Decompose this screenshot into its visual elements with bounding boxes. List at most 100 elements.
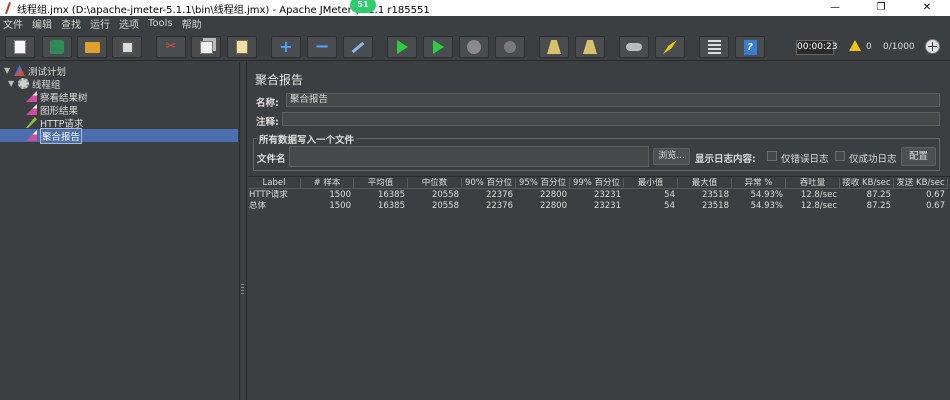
tree-node-aggregate-report[interactable]: 聚合报告 xyxy=(26,127,83,144)
column-header[interactable]: 发送 KB/sec xyxy=(894,178,948,189)
title-bar: 线程组.jmx (D:\apache-jmeter-5.1.1\bin\线程组.… xyxy=(0,0,950,16)
cut-button[interactable]: ✂ xyxy=(156,36,186,58)
configure-button[interactable]: 配置 xyxy=(901,147,936,166)
table-cell: 54.93% xyxy=(750,201,783,211)
clear-all-button[interactable] xyxy=(575,36,605,58)
split-pane-divider[interactable] xyxy=(239,62,247,400)
menu-file[interactable]: 文件 xyxy=(3,16,23,31)
open-icon xyxy=(84,41,100,53)
table-cell: 54 xyxy=(664,190,675,200)
success-only-label: 仅成功日志 xyxy=(849,154,897,165)
close-button[interactable]: ✕ xyxy=(904,0,950,16)
clear-icon xyxy=(547,40,561,54)
expand-all-button[interactable]: + xyxy=(271,36,301,58)
help-icon: ? xyxy=(743,39,757,55)
table-cell: 23518 xyxy=(701,201,729,211)
start-no-pauses-button[interactable] xyxy=(423,36,453,58)
table-cell: 22376 xyxy=(485,190,513,200)
help-button[interactable]: ? xyxy=(735,36,765,58)
menu-options[interactable]: 选项 xyxy=(119,16,139,31)
open-button[interactable] xyxy=(77,36,107,58)
expand-arrow-icon[interactable]: ▼ xyxy=(4,66,12,75)
start-icon xyxy=(396,40,408,54)
page-title: 聚合报告 xyxy=(255,73,304,87)
function-helper-button[interactable] xyxy=(699,36,729,58)
sampler-icon xyxy=(26,117,37,128)
column-header[interactable]: 接收 KB/sec xyxy=(840,178,894,189)
column-header[interactable]: 95% 百分位 xyxy=(516,178,570,189)
filename-input[interactable] xyxy=(289,146,649,167)
warning-icon[interactable] xyxy=(849,40,861,51)
errors-only-label: 仅错误日志 xyxy=(781,154,829,165)
column-header[interactable]: 异常 % xyxy=(732,178,786,189)
name-input[interactable]: 聚合报告 xyxy=(286,93,940,107)
menu-help[interactable]: 帮助 xyxy=(182,16,202,31)
start-no-pause-icon xyxy=(432,40,444,54)
minimize-button[interactable]: — xyxy=(812,0,858,16)
menu-edit[interactable]: 编辑 xyxy=(32,16,52,31)
column-header[interactable]: 90% 百分位 xyxy=(462,178,516,189)
fieldset-legend: 所有数据写入一个文件 xyxy=(257,132,357,146)
column-header[interactable]: 中位数 xyxy=(408,178,462,189)
menu-bar: 文件 编辑 查找 运行 选项 Tools 帮助 xyxy=(0,16,950,31)
column-header[interactable]: 平均值 xyxy=(354,178,408,189)
templates-icon xyxy=(50,40,64,54)
clear-button[interactable] xyxy=(539,36,569,58)
table-cell: 87.25 xyxy=(866,201,891,211)
stop-icon xyxy=(467,40,481,54)
tree-node-label: 测试计划 xyxy=(28,66,67,78)
errors-only-checkbox[interactable] xyxy=(767,151,777,161)
table-cell: 22800 xyxy=(539,190,567,200)
tree-node-label: 线程组 xyxy=(32,79,61,91)
templates-button[interactable] xyxy=(42,36,72,58)
column-header[interactable]: 99% 百分位 xyxy=(570,178,624,189)
table-header: Label # 样本 平均值 中位数 90% 百分位 95% 百分位 99% 百… xyxy=(248,178,948,189)
save-icon xyxy=(120,40,134,54)
search-button[interactable] xyxy=(619,36,649,58)
tree-node-test-plan[interactable]: ▼ 测试计划 xyxy=(4,64,67,78)
table-cell: 23231 xyxy=(593,201,621,211)
comment-input[interactable] xyxy=(282,112,940,126)
column-header[interactable]: 最大值 xyxy=(678,178,732,189)
paste-button[interactable] xyxy=(227,36,257,58)
collapse-all-button[interactable]: − xyxy=(307,36,337,58)
expand-arrow-icon[interactable]: ▼ xyxy=(8,79,16,88)
column-header[interactable]: 最小值 xyxy=(624,178,678,189)
reset-search-button[interactable] xyxy=(655,36,685,58)
new-button[interactable] xyxy=(5,36,35,58)
reset-search-icon xyxy=(663,40,677,54)
table-cell: 20558 xyxy=(431,201,459,211)
copy-button[interactable] xyxy=(191,36,221,58)
table-cell: HTTP请求 xyxy=(249,190,288,200)
browse-button[interactable]: 浏览... xyxy=(653,148,690,165)
collapse-icon: − xyxy=(314,36,330,57)
toggle-button[interactable] xyxy=(343,36,373,58)
stop-button[interactable] xyxy=(459,36,489,58)
column-header[interactable]: 吞吐量 xyxy=(786,178,840,189)
start-button[interactable] xyxy=(387,36,417,58)
tree-node-view-results-tree[interactable]: 察看结果树 xyxy=(26,90,88,104)
maximize-button[interactable]: ❐ xyxy=(858,0,904,16)
table-cell: 总体 xyxy=(249,201,267,211)
table-cell: 16385 xyxy=(377,190,405,200)
table-cell: 12.8/sec xyxy=(800,201,837,211)
listener-icon xyxy=(26,130,37,141)
menu-tools[interactable]: Tools xyxy=(148,18,173,29)
remote-engines-icon[interactable] xyxy=(925,39,940,54)
menu-search[interactable]: 查找 xyxy=(61,16,81,31)
table-row[interactable]: 总体 1500 16385 20558 22376 22800 23231 54… xyxy=(248,201,948,212)
shutdown-button[interactable] xyxy=(495,36,525,58)
tree-node-graph-results[interactable]: 图形结果 xyxy=(26,103,78,117)
tree-node-thread-group[interactable]: ▼ 线程组 xyxy=(8,77,61,91)
table-cell: 22800 xyxy=(539,201,567,211)
comment-label: 注释: xyxy=(256,117,279,128)
success-only-checkbox[interactable] xyxy=(835,151,845,161)
column-header[interactable]: # 样本 xyxy=(301,178,354,189)
table-row[interactable]: HTTP请求 1500 16385 20558 22376 22800 2323… xyxy=(248,190,948,201)
column-header[interactable]: Label xyxy=(248,178,301,189)
menu-run[interactable]: 运行 xyxy=(90,16,110,31)
divider-grip[interactable] xyxy=(241,284,244,294)
save-button[interactable] xyxy=(112,36,142,58)
function-helper-icon xyxy=(707,40,721,54)
listener-icon xyxy=(26,91,37,102)
